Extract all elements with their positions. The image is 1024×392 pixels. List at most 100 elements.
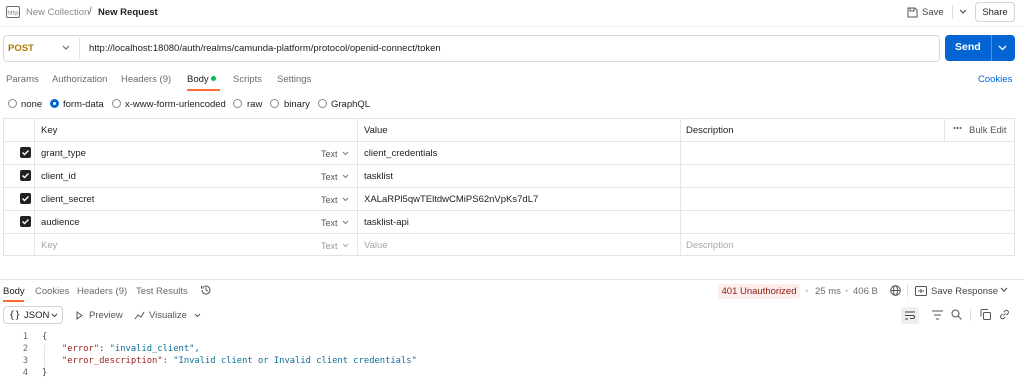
preview-button[interactable]: Preview (89, 310, 123, 321)
wrap-lines-button[interactable] (901, 307, 919, 324)
radio-binary[interactable] (270, 99, 279, 108)
line-number: 2 (22, 344, 28, 354)
radio-graphql[interactable] (318, 99, 327, 108)
visualize-button[interactable]: Visualize (149, 310, 187, 321)
tab-authorization[interactable]: Authorization (52, 74, 107, 85)
save-button[interactable]: Save (907, 3, 969, 21)
radio-none-label: none (21, 99, 43, 110)
method-chevron-icon[interactable] (62, 45, 70, 51)
chevron-down-icon[interactable] (1000, 287, 1008, 293)
chevron-down-icon[interactable] (342, 220, 349, 225)
row-key[interactable]: grant_type (41, 148, 86, 159)
wrap-icon (905, 311, 915, 320)
code-line[interactable]: } (42, 368, 47, 378)
url-input[interactable]: http://localhost:18080/auth/realms/camun… (89, 43, 441, 54)
send-divider (991, 35, 992, 61)
row-type-select[interactable]: Text (321, 149, 338, 159)
row-checkbox[interactable] (20, 193, 31, 204)
row-type-select[interactable]: Text (321, 195, 338, 205)
line-number: 3 (22, 356, 28, 366)
bulk-edit-button[interactable]: Bulk Edit (969, 125, 1007, 136)
new-value-input[interactable]: Value (364, 240, 388, 251)
globe-icon[interactable] (890, 285, 901, 296)
svg-text:http: http (7, 11, 19, 17)
more-options-icon[interactable] (953, 126, 962, 130)
search-icon[interactable] (951, 309, 962, 320)
share-label: Share (982, 6, 1008, 18)
response-time[interactable]: 25 ms (815, 286, 841, 297)
method-select[interactable]: POST (8, 43, 34, 54)
response-tab-body[interactable]: Body (3, 286, 25, 297)
column-description: Description (686, 125, 734, 136)
copy-icon[interactable] (980, 309, 991, 320)
chevron-down-icon[interactable] (194, 313, 201, 318)
cookies-link[interactable]: Cookies (978, 74, 1012, 85)
response-tab-cookies[interactable]: Cookies (35, 286, 69, 297)
link-icon[interactable] (999, 309, 1010, 320)
row-key[interactable]: client_id (41, 171, 76, 182)
radio-graphql-label: GraphQL (331, 99, 371, 110)
save-response-icon[interactable] (915, 286, 927, 296)
share-button[interactable]: Share (975, 2, 1015, 22)
status-badge[interactable]: 401 Unauthorized (718, 284, 800, 299)
line-number: 1 (22, 332, 28, 342)
row-type-select[interactable]: Text (321, 218, 338, 228)
new-key-input[interactable]: Key (41, 240, 57, 251)
row-value[interactable]: tasklist (364, 171, 393, 182)
header-divider (0, 26, 1024, 27)
code-line[interactable]: "error_description": "Invalid client or … (62, 356, 417, 366)
row-checkbox[interactable] (20, 147, 31, 158)
history-icon[interactable] (200, 284, 212, 296)
code-line[interactable]: { (42, 332, 47, 342)
save-response-button[interactable]: Save Response (931, 286, 998, 297)
tab-scripts[interactable]: Scripts (233, 74, 262, 85)
json-key: "error" (62, 344, 100, 354)
status-text: 401 Unauthorized (721, 286, 797, 297)
radio-urlencoded[interactable] (112, 99, 121, 108)
row-value[interactable]: XALaRPl5qwTEltdwCMiPS62nVpKs7dL7 (364, 194, 538, 205)
filter-icon[interactable] (932, 310, 943, 320)
method-divider (79, 38, 80, 59)
chevron-down-icon[interactable] (342, 151, 349, 156)
tab-body[interactable]: Body (187, 74, 209, 85)
tab-settings[interactable]: Settings (277, 74, 311, 85)
response-size[interactable]: 406 B (853, 286, 878, 297)
request-header: http New Collection / New Request Save S… (0, 0, 1024, 26)
visualize-icon (134, 310, 145, 321)
radio-urlencoded-label: x-www-form-urlencoded (125, 99, 226, 110)
request-title[interactable]: New Request (98, 7, 158, 18)
row-type-select[interactable]: Text (321, 172, 338, 182)
radio-raw[interactable] (233, 99, 242, 108)
new-description-input[interactable]: Description (686, 240, 734, 251)
new-type-select[interactable]: Text (321, 241, 338, 251)
chevron-down-icon[interactable] (342, 243, 349, 248)
chevron-down-icon[interactable] (342, 197, 349, 202)
braces-icon: {} (9, 310, 21, 321)
body-modified-dot (211, 76, 216, 81)
save-icon (907, 7, 918, 18)
send-options-chevron-icon[interactable] (998, 45, 1007, 51)
row-value[interactable]: client_credentials (364, 148, 437, 159)
response-tab-headers[interactable]: Headers (9) (77, 286, 127, 297)
radio-none[interactable] (8, 99, 17, 108)
chevron-down-icon[interactable] (51, 313, 58, 318)
row-key[interactable]: client_secret (41, 194, 94, 205)
tab-params[interactable]: Params (6, 74, 39, 85)
tab-headers[interactable]: Headers (9) (121, 74, 171, 85)
send-label: Send (955, 41, 981, 53)
code-line[interactable]: "error": "invalid_client", (62, 344, 200, 354)
radio-form-data[interactable] (50, 99, 59, 108)
response-tab-test-results[interactable]: Test Results (136, 286, 188, 297)
chevron-down-icon[interactable] (342, 174, 349, 179)
response-divider[interactable] (0, 279, 1024, 280)
row-value[interactable]: tasklist-api (364, 217, 409, 228)
format-label: JSON (24, 310, 50, 321)
line-number: 4 (22, 368, 28, 378)
chevron-down-icon[interactable] (959, 9, 967, 15)
row-checkbox[interactable] (20, 216, 31, 227)
radio-form-data-label: form-data (63, 99, 104, 110)
row-key[interactable]: audience (41, 217, 80, 228)
row-checkbox[interactable] (20, 170, 31, 181)
breadcrumb-collection[interactable]: New Collection (26, 7, 89, 18)
json-key: "error_description" (62, 356, 163, 366)
